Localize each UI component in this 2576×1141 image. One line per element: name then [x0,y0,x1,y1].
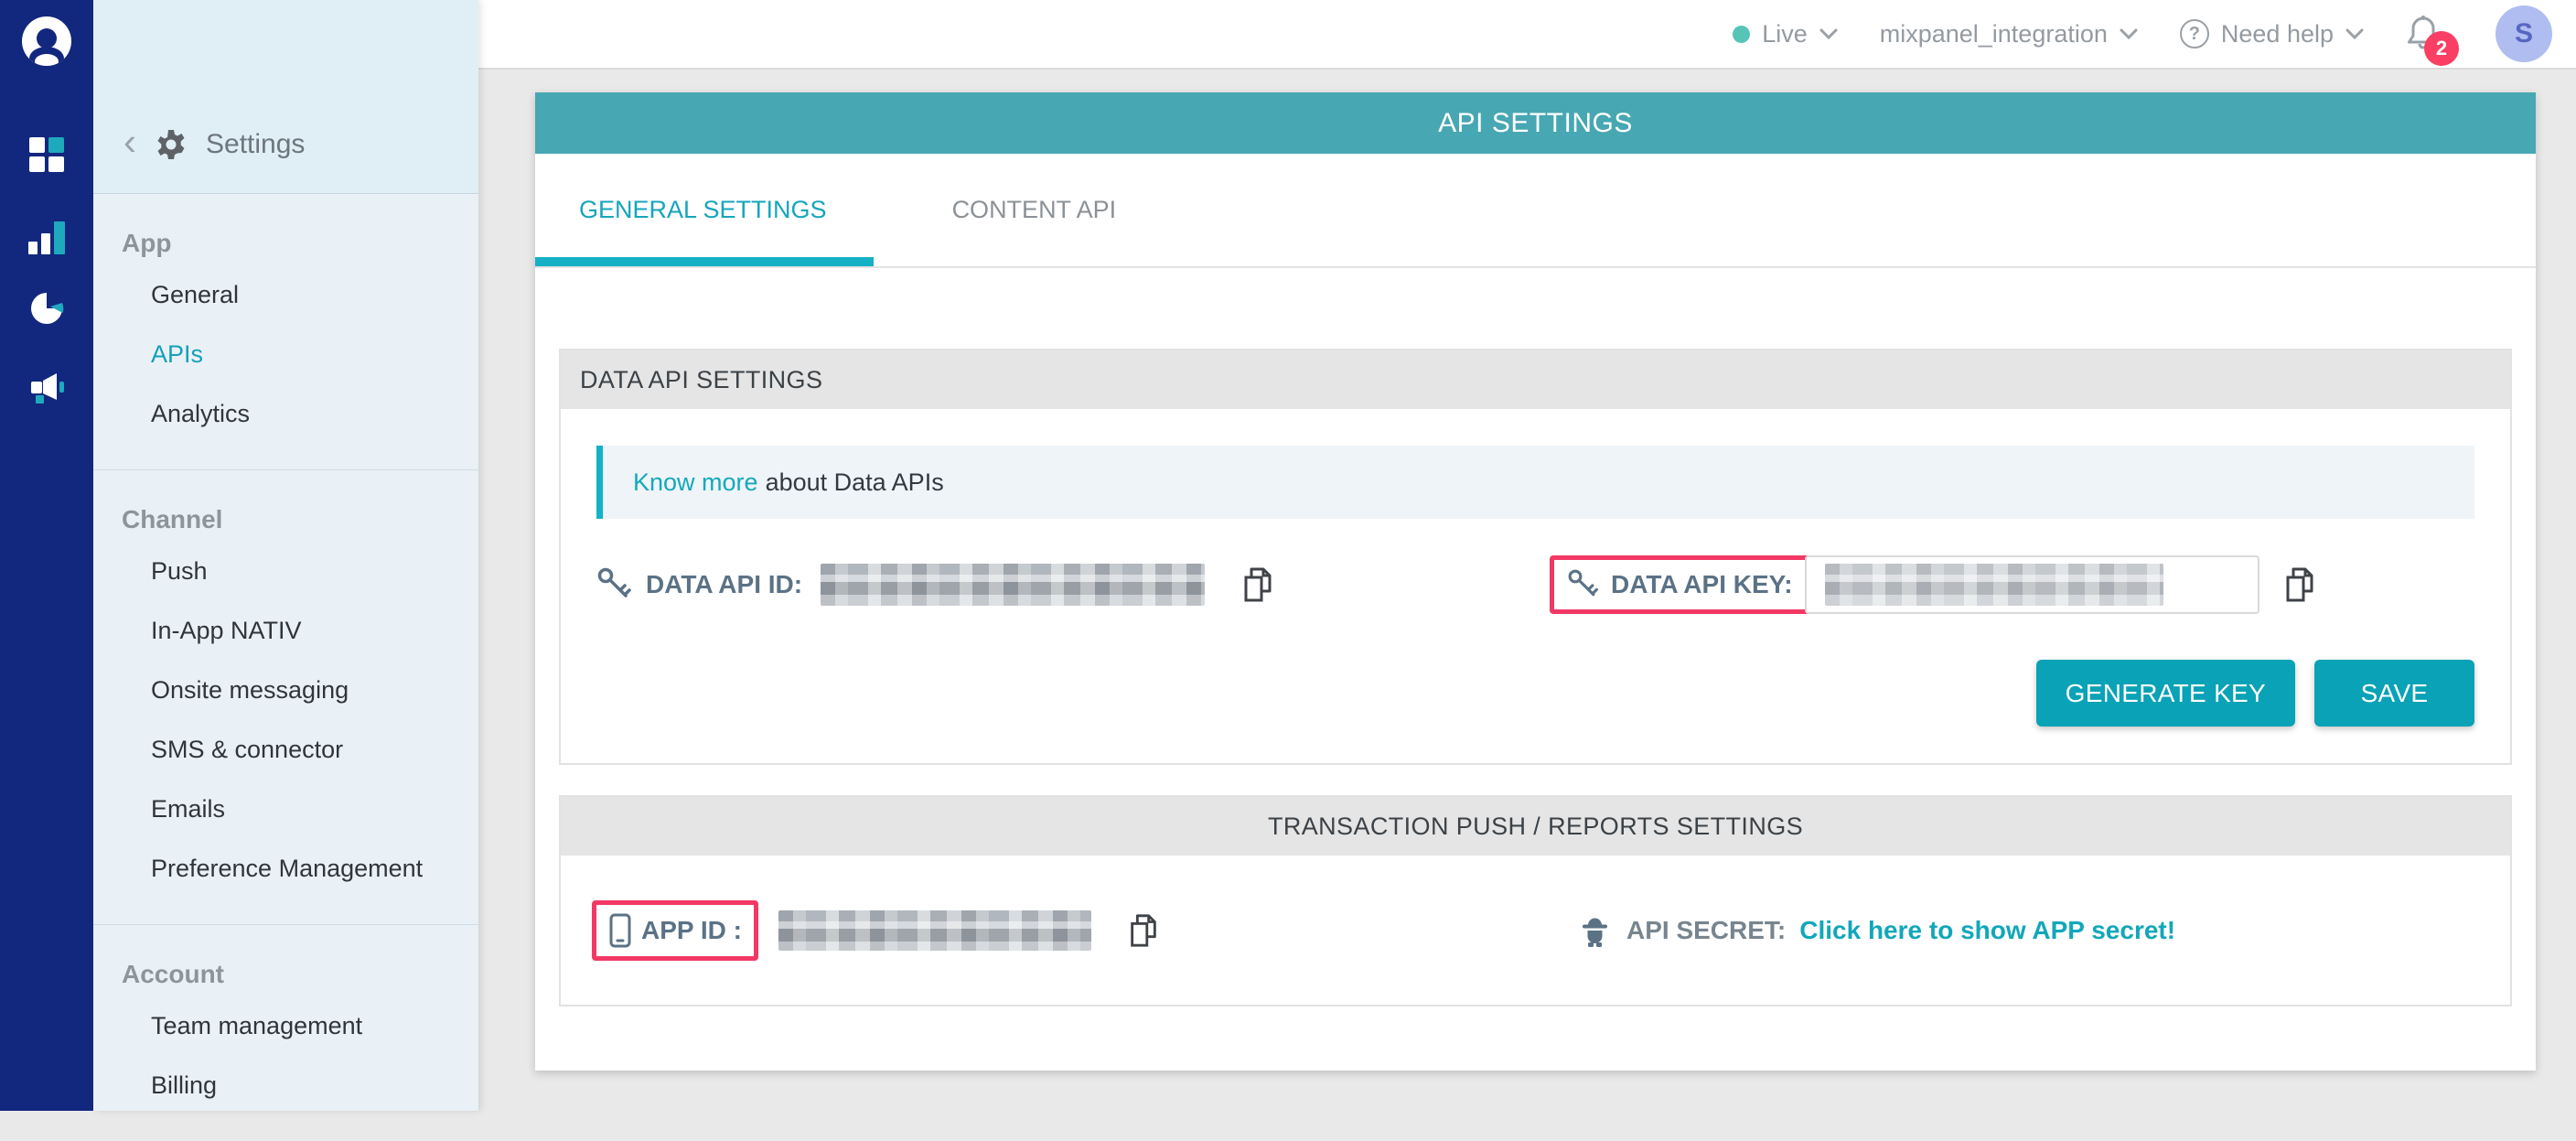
user-avatar[interactable]: S [2496,5,2552,62]
question-circle-icon: ? [2180,19,2209,48]
bar-chart-icon[interactable] [28,221,65,254]
env-selector[interactable]: Live [1733,20,1838,48]
copy-icon[interactable] [1240,565,1276,605]
sidebar-section-channel: Channel Push In-App NATIV Onsite messagi… [93,470,478,925]
sidebar-header: ‹ Settings [93,0,478,194]
caret-down-icon [2120,28,2138,40]
data-api-key-value-blurred [1825,564,2163,606]
sidebar-sections: App General APIs Analytics Channel Push … [93,194,478,1141]
settings-sidebar: ‹ Settings App General APIs Analytics Ch… [93,0,478,1111]
sidebar-item-onsite-messaging[interactable]: Onsite messaging [93,661,478,720]
api-id-key-row: DATA API ID: [596,552,2474,618]
transaction-section-body: APP ID : [561,856,2510,1005]
copy-icon[interactable] [1126,911,1161,950]
tab-content-api[interactable]: CONTENT API [952,154,1117,266]
data-api-section-title: DATA API SETTINGS [561,350,2510,409]
sidebar-title: Settings [206,129,305,160]
sidebar-item-team-management[interactable]: Team management [93,996,478,1056]
settings-back-row[interactable]: ‹ Settings [123,125,305,164]
sidebar-item-sms-connector[interactable]: SMS & connector [93,720,478,780]
card-body: DATA API SETTINGS Know more about Data A… [535,268,2536,1071]
caret-down-icon [1819,28,1838,40]
show-app-secret-link[interactable]: Click here to show APP secret! [1799,916,2175,945]
save-button[interactable]: SAVE [2314,660,2474,727]
app-id-highlight-box: APP ID : [592,900,758,961]
sidebar-item-inapp-nativ[interactable]: In-App NATIV [93,601,478,661]
know-more-text: about Data APIs [766,468,944,497]
section-label: App [122,229,478,258]
nav-rail [0,0,93,1111]
sidebar-item-apis[interactable]: APIs [93,325,478,384]
api-secret-label: API SECRET: [1626,916,1786,945]
section-label: Channel [122,505,478,534]
grid-icon[interactable] [29,137,64,172]
transaction-section-title: TRANSACTION PUSH / REPORTS SETTINGS [561,797,2510,856]
data-api-key-label: DATA API KEY: [1611,570,1793,599]
sidebar-item-preference-management[interactable]: Preference Management [93,839,478,899]
data-api-id-label: DATA API ID: [646,570,802,599]
app-id-group: APP ID : [592,900,1161,961]
know-more-info-bar: Know more about Data APIs [596,446,2474,519]
data-api-id-group: DATA API ID: [596,564,1276,606]
notification-count-badge: 2 [2424,31,2459,66]
project-label: mixpanel_integration [1880,20,2108,48]
back-chevron-icon[interactable]: ‹ [123,123,136,161]
data-api-actions: GENERATE KEY SAVE [596,660,2474,727]
transaction-push-section: TRANSACTION PUSH / REPORTS SETTINGS APP … [559,795,2512,1006]
project-selector[interactable]: mixpanel_integration [1880,20,2138,48]
app-root: ‹ Settings App General APIs Analytics Ch… [0,0,2576,1111]
data-api-key-group: DATA API KEY: [1550,552,2318,618]
sidebar-item-general[interactable]: General [93,265,478,325]
pie-chart-icon[interactable] [29,291,64,326]
know-more-link[interactable]: Know more [633,468,758,497]
copy-icon[interactable] [2281,565,2318,605]
env-label: Live [1762,20,1808,48]
section-label: Account [122,960,478,989]
data-api-settings-section: DATA API SETTINGS Know more about Data A… [559,349,2512,765]
need-help-menu[interactable]: ? Need help [2180,19,2364,48]
need-help-label: Need help [2221,20,2334,48]
api-settings-card: API SETTINGS GENERAL SETTINGS CONTENT AP… [535,92,2536,1071]
generate-key-button[interactable]: GENERATE KEY [2036,660,2295,727]
page-title: API SETTINGS [535,92,2536,154]
data-api-key-highlight-box: DATA API KEY: [1550,555,1810,614]
api-secret-group: API SECRET: Click here to show APP secre… [1576,856,2175,1005]
phone-icon [608,912,632,949]
caret-down-icon [2345,28,2364,40]
key-icon [596,566,633,603]
data-api-id-value-blurred [821,564,1205,606]
top-bar: Live mixpanel_integration ? Need help 2 … [478,0,2576,70]
data-api-key-input[interactable] [1805,555,2259,614]
sidebar-item-push[interactable]: Push [93,542,478,601]
gear-icon [155,128,188,161]
megaphone-icon[interactable] [28,370,65,406]
person-avatar-logo[interactable] [20,15,73,68]
app-id-label: APP ID : [641,916,742,945]
key-icon [1567,568,1600,601]
sidebar-item-emails[interactable]: Emails [93,780,478,839]
sidebar-section-account: Account Team management Billing [93,925,478,1141]
sidebar-item-billing[interactable]: Billing [93,1056,478,1115]
sidebar-item-analytics[interactable]: Analytics [93,384,478,444]
app-id-value-blurred [778,910,1091,951]
spy-icon [1576,912,1613,949]
data-api-section-body: Know more about Data APIs DATA API ID: [561,409,2510,763]
tab-bar: GENERAL SETTINGS CONTENT API [535,154,2536,268]
notifications-button[interactable]: 2 [2406,15,2441,53]
live-status-dot [1733,26,1750,43]
tab-general-settings[interactable]: GENERAL SETTINGS [535,154,874,266]
sidebar-section-app: App General APIs Analytics [93,194,478,470]
